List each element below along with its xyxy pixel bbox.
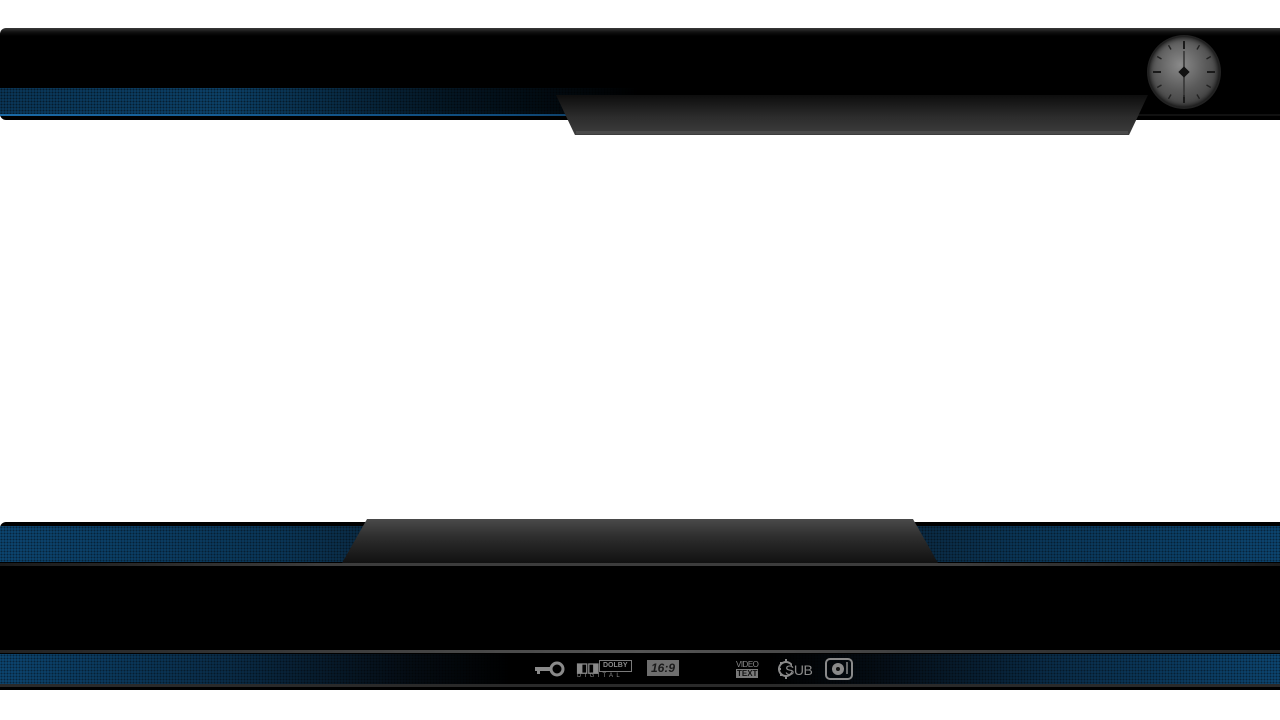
audio-disc-icon <box>825 658 853 680</box>
subtitles-icon: SUB <box>776 658 814 680</box>
videotext-icon: VIDEO TEXT <box>735 659 767 679</box>
top-title-tab-edge <box>576 131 1128 134</box>
bottom-title-tab <box>342 519 938 563</box>
top-bar-dot-pattern <box>0 88 640 116</box>
top-title-tab <box>556 95 1148 135</box>
bottom-edge <box>0 684 1280 687</box>
videotext-line1: VIDEO <box>736 660 759 669</box>
bottom-bar-separator <box>0 563 1280 566</box>
dolby-label: DOLBY <box>599 660 632 672</box>
aspect-ratio-icon: 16:9 <box>647 660 679 676</box>
dolby-sub-label: DIGITAL <box>577 673 623 679</box>
dolby-digital-icon: ◧◨ DOLBY DIGITAL <box>576 658 636 680</box>
status-strip-separator <box>0 650 1280 653</box>
analog-clock-icon <box>1149 37 1219 107</box>
status-icon-row: ◧◨ DOLBY DIGITAL 16:9 VIDEO TEXT SUB <box>0 656 1280 682</box>
key-icon <box>534 660 566 678</box>
videotext-line2: TEXT <box>736 669 759 678</box>
subtitles-label: SUB <box>785 662 813 678</box>
aspect-ratio-label: 16:9 <box>650 661 676 675</box>
